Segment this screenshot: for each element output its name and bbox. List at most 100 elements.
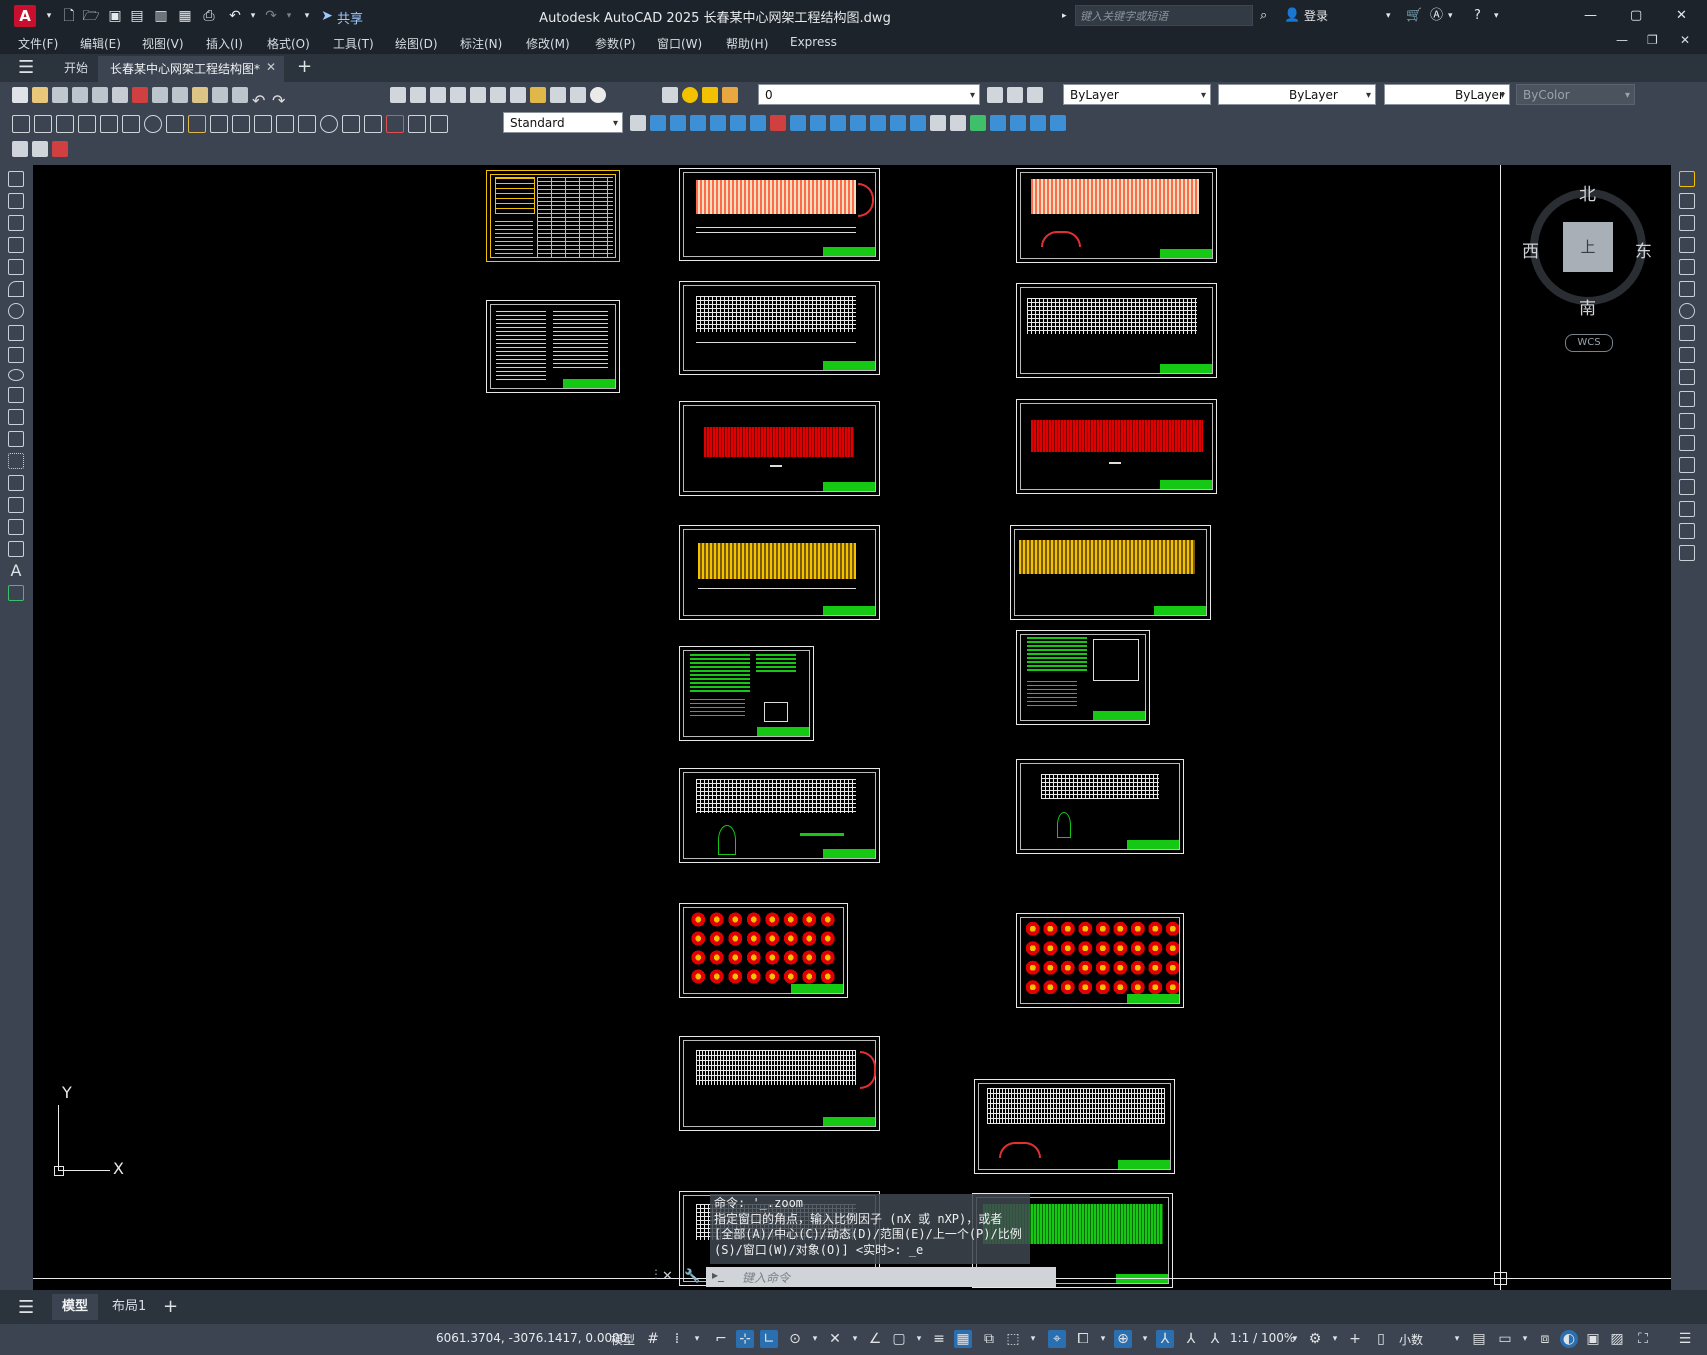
fillet-icon[interactable] [1679, 501, 1695, 517]
hatch-icon[interactable] [8, 475, 24, 491]
drawing-sheet[interactable] [1016, 283, 1217, 378]
tab-document[interactable]: 长春某中心网架工程结构图* [98, 56, 284, 82]
3d-object-snap-icon[interactable]: ⬚ [1004, 1330, 1022, 1348]
line-icon[interactable] [8, 171, 24, 187]
break-at-point-icon[interactable] [1679, 413, 1695, 429]
stretch-icon[interactable] [1679, 347, 1695, 363]
make-block-icon[interactable] [8, 431, 24, 447]
block-icon[interactable] [12, 141, 28, 157]
3d-move-icon[interactable] [970, 115, 986, 131]
scale-icon[interactable] [1679, 325, 1695, 341]
undo-icon[interactable]: ↶ [252, 91, 268, 110]
drawing-sheet[interactable] [1010, 525, 1211, 620]
command-prompt-icon[interactable]: ▸_ [712, 1268, 724, 1282]
drawing-sheet[interactable] [679, 1036, 880, 1131]
snap-icon[interactable]: ⁞ [668, 1330, 686, 1348]
pdf-icon[interactable] [132, 87, 148, 103]
slice-icon[interactable] [930, 115, 946, 131]
isometric-icon[interactable]: ✕ [826, 1330, 844, 1348]
angular-icon[interactable] [166, 115, 184, 133]
section-icon[interactable] [950, 115, 966, 131]
annotation-visibility-icon[interactable]: ⅄ [1156, 1330, 1174, 1348]
quick-properties-icon[interactable]: ▤ [1470, 1330, 1488, 1348]
drawing-sheet[interactable] [1016, 399, 1217, 494]
compass-east[interactable]: 东 [1635, 237, 1652, 262]
cart-icon[interactable]: 🛒 [1406, 6, 1422, 26]
dimension-break-icon[interactable] [276, 115, 294, 133]
command-close-icon[interactable]: ✕ [662, 1269, 673, 1284]
drawing-sheet[interactable] [679, 646, 814, 741]
ellipse-icon[interactable] [8, 369, 24, 381]
doc-minimize-icon[interactable]: — [1616, 33, 1628, 47]
snap-dropdown-icon[interactable]: ▾ [688, 1330, 706, 1348]
cone-icon[interactable] [690, 115, 706, 131]
menu-draw[interactable]: 绘图(D) [395, 35, 438, 52]
infer-constraints-icon[interactable]: ⌐ [712, 1330, 730, 1348]
explode-icon[interactable] [1679, 545, 1695, 561]
color-dropdown[interactable]: ByLayer ▾ [1063, 84, 1211, 105]
jogged-linear-icon[interactable] [364, 115, 382, 133]
text-style-dropdown[interactable]: Standard ▾ [503, 112, 623, 133]
center-mark-icon[interactable] [320, 115, 338, 133]
drawing-sheet[interactable] [1016, 630, 1150, 725]
menu-express[interactable]: Express [790, 35, 837, 49]
apps-dropdown-icon[interactable]: ▾ [1448, 6, 1453, 26]
inspection-icon[interactable] [342, 115, 360, 133]
hardware-acceleration-icon[interactable]: ▨ [1608, 1330, 1626, 1348]
menu-dimension[interactable]: 标注(N) [460, 35, 502, 52]
publish-icon[interactable] [112, 87, 128, 103]
menu-tools[interactable]: 工具(T) [333, 35, 374, 52]
box-icon[interactable] [650, 115, 666, 131]
drawing-sheet[interactable] [1016, 913, 1184, 1008]
autodesk-app-icon[interactable]: Ⓐ [1430, 6, 1443, 26]
auto-scale-icon[interactable]: ⅄ [1182, 1330, 1200, 1348]
array-icon[interactable] [1679, 259, 1695, 275]
copy-object-icon[interactable] [1679, 193, 1695, 209]
units-dropdown-icon[interactable]: ▾ [1448, 1330, 1466, 1348]
new-icon[interactable] [12, 87, 28, 103]
workspace-dropdown-icon[interactable]: ▾ [1326, 1330, 1344, 1348]
block-editor-icon[interactable] [232, 87, 248, 103]
layer-freeze-icon[interactable] [702, 87, 718, 103]
add-selected-icon[interactable] [8, 585, 24, 601]
workspace-gear-icon[interactable]: ⚙ [1306, 1330, 1324, 1348]
menu-insert[interactable]: 插入(I) [206, 35, 243, 52]
preview-icon[interactable] [92, 87, 108, 103]
point-icon[interactable] [8, 453, 24, 469]
tab-close-icon[interactable]: ✕ [266, 60, 276, 74]
wcs-menu[interactable]: WCS [1565, 334, 1613, 352]
subtract-icon[interactable] [770, 115, 786, 131]
units-icon[interactable]: ▯ [1372, 1330, 1390, 1348]
login-dropdown-icon[interactable]: ▾ [1386, 6, 1391, 26]
xref-icon[interactable] [52, 141, 68, 157]
break-icon[interactable] [1679, 435, 1695, 451]
coordinate-readout[interactable]: 6061.3704, -3076.1417, 0.0000 [436, 1331, 627, 1345]
diameter-icon[interactable] [144, 115, 162, 133]
lock-ui-icon[interactable]: ▭ [1496, 1330, 1514, 1348]
lineweight-dropdown[interactable]: ByLayer ▾ [1384, 84, 1510, 105]
sweep-icon[interactable] [870, 115, 886, 131]
erase-icon[interactable] [1679, 171, 1695, 187]
menu-window[interactable]: 窗口(W) [657, 35, 702, 52]
layer-previous-icon[interactable] [1007, 87, 1023, 103]
file-tabs-menu-icon[interactable]: ☰ [18, 58, 38, 78]
cut-icon[interactable] [152, 87, 168, 103]
extend-icon[interactable] [1679, 391, 1695, 407]
dynamic-input-icon[interactable]: ⊹ [736, 1330, 754, 1348]
layer-on-icon[interactable] [682, 87, 698, 103]
minimize-window-icon[interactable]: — [1584, 6, 1597, 26]
extrude-icon[interactable] [830, 115, 846, 131]
command-grip-icon[interactable]: ⋮ [650, 1267, 662, 1287]
ellipse-arc-icon[interactable] [8, 387, 24, 403]
layer-dropdown[interactable]: 0 ▾ [758, 84, 980, 105]
join-icon[interactable] [1679, 457, 1695, 473]
units-value[interactable]: 小数 [1399, 1331, 1423, 1348]
polygon-icon[interactable] [8, 237, 24, 253]
drawing-sheet[interactable] [679, 903, 848, 998]
menu-edit[interactable]: 编辑(E) [80, 35, 121, 52]
move-icon[interactable] [1679, 281, 1695, 297]
linetype-dropdown[interactable]: ByLayer ▾ [1218, 84, 1376, 105]
rectangle-icon[interactable] [8, 259, 24, 275]
revision-cloud-icon[interactable] [8, 325, 24, 341]
search-input[interactable]: 键入关键字或短语 [1075, 5, 1253, 26]
